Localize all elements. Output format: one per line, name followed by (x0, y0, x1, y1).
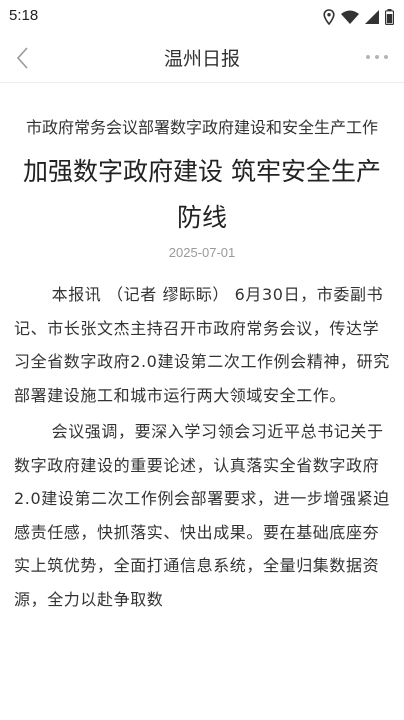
article-headline: 加强数字政府建设 筑牢安全生产防线 (23, 157, 381, 232)
article-date: 2025-07-01 (168, 245, 236, 260)
battery-icon (385, 9, 394, 25)
status-bar: 5:18 (0, 0, 404, 34)
status-time: 5:18 (9, 7, 39, 24)
article-content: 市政府常务会议部署数字政府建设和安全生产工作 加强数字政府建设 筑牢安全生产防线… (0, 82, 404, 720)
article-kicker: 市政府常务会议部署数字政府建设和安全生产工作 (25, 118, 378, 137)
app-header: 温州日报 (0, 34, 404, 83)
more-button[interactable] (364, 48, 390, 66)
article-body: 本报讯 （记者 缪眎眎） 6月30日，市委副书记、市长张文杰主持召开市政府常务会… (14, 278, 390, 616)
more-dots-icon (364, 51, 390, 70)
signal-icon (365, 10, 379, 24)
wifi-icon (341, 10, 359, 24)
location-icon (323, 9, 335, 25)
page-title: 温州日报 (163, 48, 240, 70)
article-paragraph: 会议强调，要深入学习领会习近平总书记关于数字政府建设的重要论述，认真落实全省数字… (14, 422, 390, 609)
article-paragraph: 本报讯 （记者 缪眎眎） 6月30日，市委副书记、市长张文杰主持召开市政府常务会… (14, 285, 390, 405)
status-icons (323, 8, 394, 26)
